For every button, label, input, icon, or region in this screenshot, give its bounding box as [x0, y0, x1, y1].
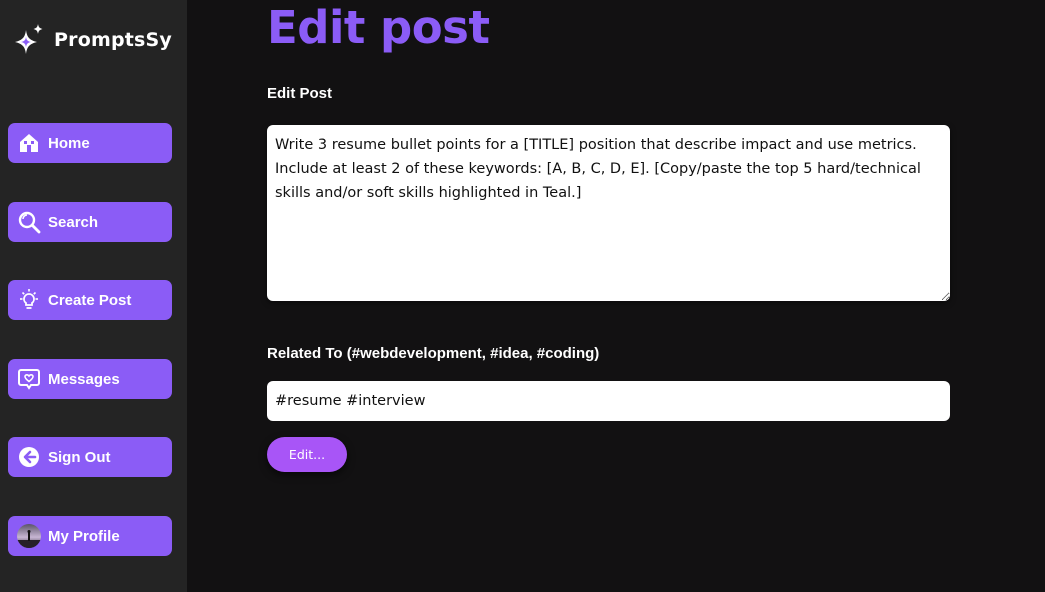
avatar	[17, 524, 41, 548]
main-content: Edit post Edit Post Write 3 resume bulle…	[187, 0, 1045, 592]
sidebar-item-create-post[interactable]: Create Post	[8, 280, 172, 320]
brand[interactable]: PromptsSy	[10, 22, 172, 58]
related-to-label: Related To (#webdevelopment, #idea, #cod…	[267, 345, 600, 362]
sparkle-logo-icon	[15, 24, 43, 54]
sidebar-item-search[interactable]: Search	[8, 202, 172, 242]
search-icon	[17, 210, 41, 234]
sidebar-item-home[interactable]: Home	[8, 123, 172, 163]
sidebar-item-label: Search	[48, 213, 99, 231]
sidebar-item-label: My Profile	[48, 527, 120, 545]
post-label: Edit Post	[267, 85, 333, 102]
sidebar-item-label: Messages	[48, 370, 120, 388]
sidebar-item-label: Home	[48, 134, 90, 152]
sidebar-item-label: Create Post	[48, 291, 132, 309]
sidebar-item-my-profile[interactable]: My Profile	[8, 516, 172, 556]
page-title: Edit post	[267, 1, 490, 54]
sidebar: PromptsSy Home Search Create Post Messag…	[0, 0, 187, 592]
brand-name: PromptsSy	[54, 29, 173, 51]
post-textarea[interactable]: Write 3 resume bullet points for a [TITL…	[267, 125, 950, 301]
sidebar-item-label: Sign Out	[48, 448, 111, 466]
tags-input[interactable]	[267, 381, 950, 421]
message-heart-icon	[17, 367, 41, 391]
lightbulb-icon	[17, 288, 41, 312]
app-root: PromptsSy Home Search Create Post Messag…	[0, 0, 1045, 592]
edit-submit-button[interactable]: Edit...	[267, 437, 347, 472]
home-icon	[17, 131, 41, 155]
avatar-wrapper	[17, 524, 41, 548]
sign-out-icon	[17, 445, 41, 469]
sidebar-item-messages[interactable]: Messages	[8, 359, 172, 399]
sidebar-item-sign-out[interactable]: Sign Out	[8, 437, 172, 477]
